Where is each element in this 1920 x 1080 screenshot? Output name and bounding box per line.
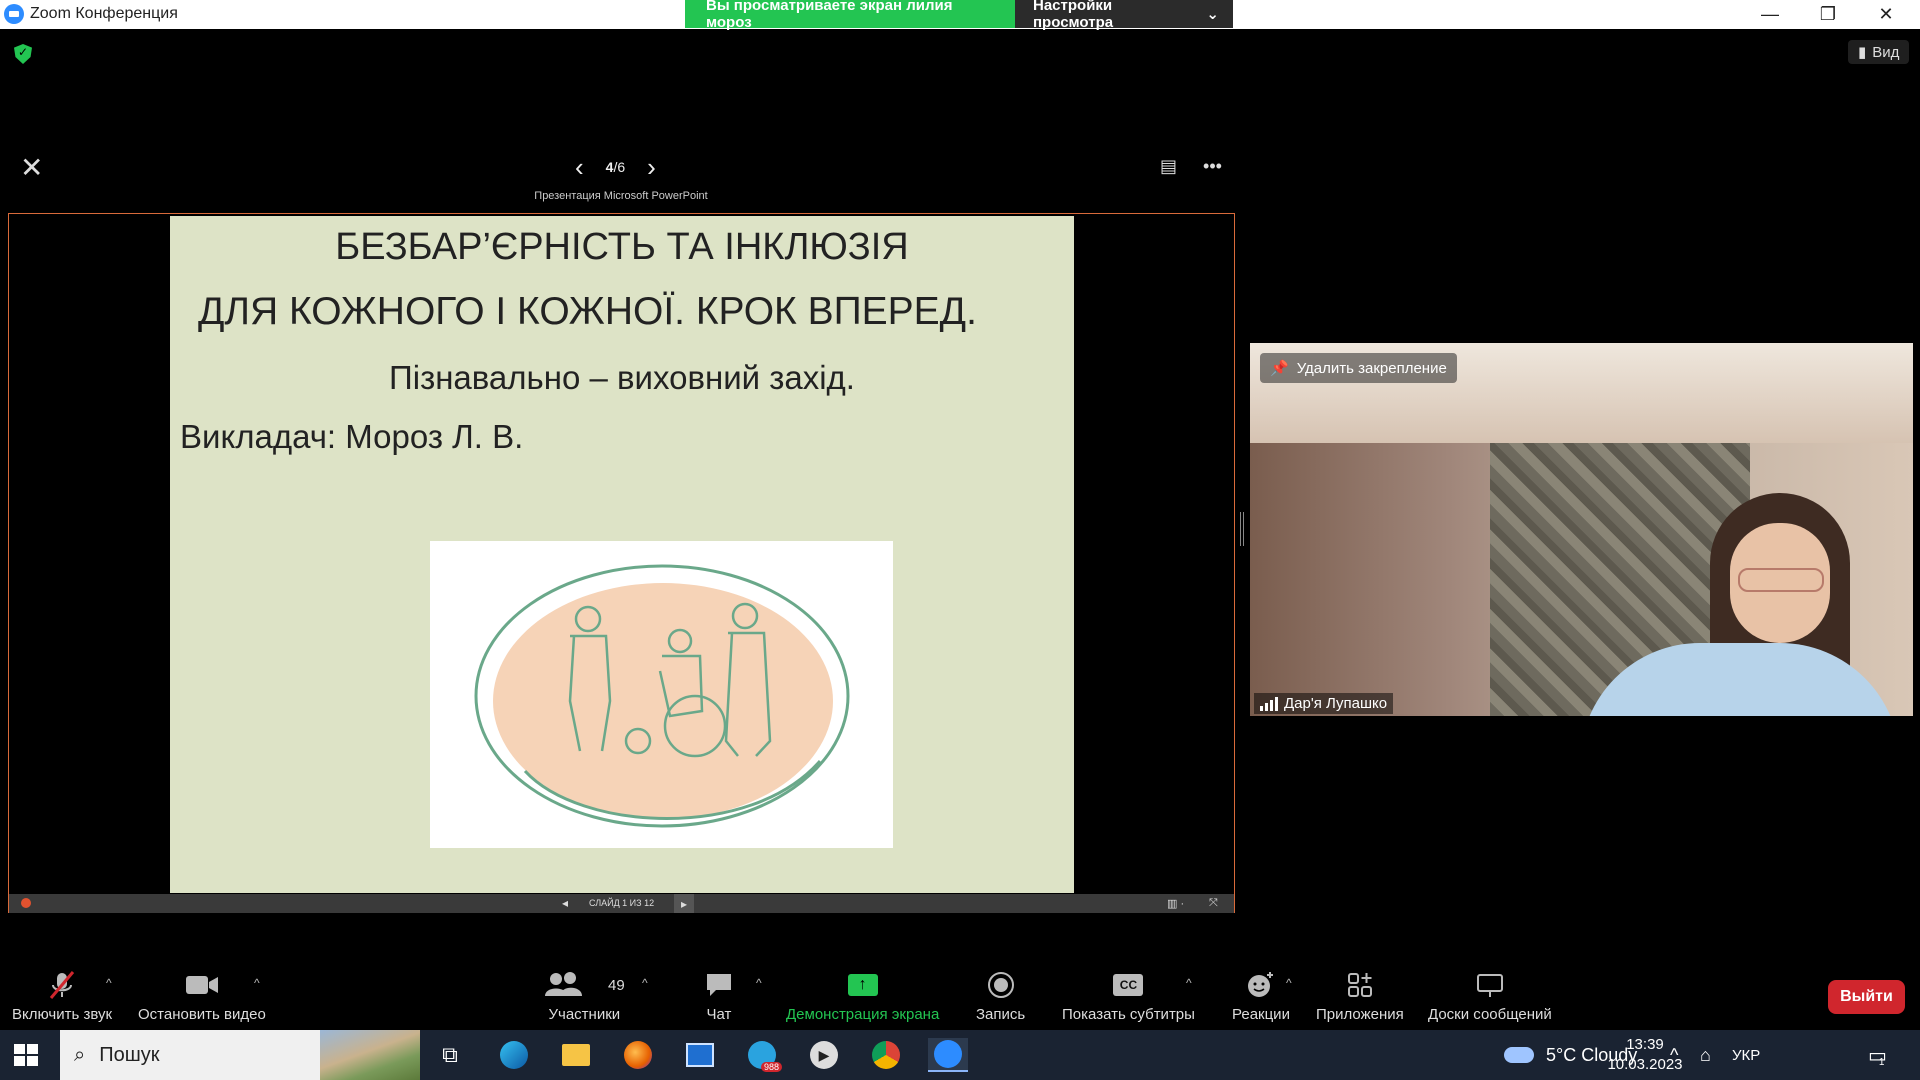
media-player-icon[interactable]: ▶ [804, 1038, 844, 1072]
signal-strength-icon [1260, 696, 1278, 711]
file-explorer-icon[interactable] [556, 1038, 596, 1072]
document-tools: ▤ ••• [1160, 156, 1222, 177]
record-icon [987, 968, 1015, 1002]
slide-title-line-1: БЕЗБАР’ЄРНІСТЬ ТА ІНКЛЮЗІЯ [335, 226, 909, 268]
audio-options-caret-icon[interactable]: ^ [106, 976, 112, 990]
share-banner: Вы просматриваете экран лилия мороз Наст… [685, 0, 1233, 31]
minimize-button[interactable]: — [1742, 0, 1798, 28]
slide-counter: СЛАЙД 1 ИЗ 12 [589, 898, 655, 908]
participants-caret-icon[interactable]: ^ [642, 976, 648, 990]
apps-button[interactable]: Приложения [1316, 968, 1404, 1023]
closed-captions-icon: CC [1113, 974, 1144, 996]
page-indicator: 4/6 [605, 159, 626, 175]
notes-icon[interactable]: ▤ [1160, 156, 1177, 177]
notification-center-icon[interactable]: ▭ 1 [1868, 1030, 1887, 1080]
close-window-button[interactable]: ✕ [1858, 0, 1914, 28]
chat-button[interactable]: Чат [704, 968, 734, 1023]
reactions-button[interactable]: Реакции [1232, 968, 1290, 1023]
telegram-icon[interactable]: 988 [742, 1038, 782, 1072]
photos-app-icon[interactable] [680, 1038, 720, 1072]
input-language-indicator[interactable]: УКР [1732, 1030, 1760, 1080]
chat-bubble-icon [704, 968, 734, 1002]
view-button[interactable]: ▮ Вид [1848, 40, 1910, 64]
edge-browser-icon[interactable] [494, 1038, 534, 1072]
windows-taskbar: ⌕ Пошук ⧉ 988 ▶ 5°C Cloudy ^ ⌂ УКР 13:39… [0, 1030, 1920, 1080]
system-clock[interactable]: 13:39 10.03.2023 [1600, 1035, 1690, 1075]
viewing-screen-label: Вы просматриваете экран лилия мороз [685, 0, 1015, 31]
next-page-icon[interactable]: › [647, 154, 656, 180]
next-slide-icon[interactable]: ▸ [674, 894, 694, 913]
window-title: Zoom Конференция [30, 5, 178, 22]
search-input[interactable]: Пошук [99, 1044, 159, 1067]
participants-button[interactable]: 49 Участники [544, 968, 625, 1023]
whiteboard-icon [1475, 968, 1505, 1002]
view-layout-icon: ▮ [1858, 44, 1867, 61]
windows-start-icon[interactable] [14, 1044, 38, 1066]
people-with-wheelchair-drawing [474, 564, 850, 828]
participant-person [1580, 493, 1900, 716]
share-arrow-icon: ↑ [847, 974, 878, 996]
share-screen-button[interactable]: ↑ Демонстрация экрана [786, 968, 939, 1023]
view-settings-button[interactable]: Настройки просмотра ⌄ [1015, 0, 1233, 31]
fit-screen-icon[interactable]: ⤧ [1209, 897, 1218, 910]
microphone-muted-icon [47, 968, 77, 1002]
app-title: Zoom Конференция [4, 4, 178, 24]
firefox-icon[interactable] [618, 1038, 658, 1072]
security-shield-icon[interactable] [14, 44, 32, 64]
slide-teacher: Викладач: Мороз Л. В. [180, 418, 524, 455]
chat-caret-icon[interactable]: ^ [756, 976, 762, 990]
participant-name-tag: Дар'я Лупашко [1254, 693, 1394, 714]
cloud-icon [1504, 1047, 1534, 1063]
unpin-button[interactable]: 📌 Удалить закрепление [1260, 353, 1457, 383]
slide-subtitle: Пізнавально – виховний захід. [389, 359, 855, 396]
search-highlight-image [320, 1030, 420, 1080]
slide-title-line-2: ДЛЯ КОЖНОГО І КОЖНОЇ. КРОК ВПЕРЕД. [198, 290, 977, 333]
previous-slide-icon[interactable]: ◂ [562, 896, 568, 910]
smiley-plus-icon [1246, 968, 1276, 1002]
powerpoint-status-bar: ◂ СЛАЙД 1 ИЗ 12 ▸ ▥ · ⤧ [9, 894, 1234, 913]
network-icon[interactable]: ⌂ [1700, 1030, 1711, 1080]
zoom-logo-icon [4, 4, 24, 24]
meeting-toolbar: Включить звук ^ Остановить видео ^ 49 Уч… [0, 958, 1920, 1030]
panel-splitter-handle[interactable] [1240, 512, 1244, 546]
participant-video[interactable]: 📌 Удалить закрепление Дар'я Лупашко [1250, 343, 1913, 716]
telegram-unread-badge: 988 [760, 1062, 782, 1072]
presentation-slide: БЕЗБАР’ЄРНІСТЬ ТА ІНКЛЮЗІЯ ДЛЯ КОЖНОГО І… [170, 216, 1074, 893]
pin-icon: 📌 [1270, 360, 1289, 377]
powerpoint-icon [21, 898, 31, 908]
chevron-down-icon: ⌄ [1206, 6, 1219, 23]
inclusion-illustration [430, 541, 893, 848]
close-icon[interactable]: ✕ [20, 154, 43, 182]
video-options-caret-icon[interactable]: ^ [254, 976, 260, 990]
more-options-icon[interactable]: ••• [1203, 156, 1222, 177]
whiteboards-button[interactable]: Доски сообщений [1428, 968, 1552, 1023]
search-icon: ⌕ [74, 1043, 86, 1066]
previous-page-icon[interactable]: ‹ [575, 154, 584, 180]
video-camera-icon [185, 968, 219, 1002]
restore-button[interactable]: ❐ [1800, 0, 1856, 28]
participants-icon: 49 [544, 968, 625, 1002]
leave-button[interactable]: Выйти [1828, 980, 1905, 1014]
stop-video-button[interactable]: Остановить видео [138, 968, 266, 1023]
apps-icon [1346, 968, 1374, 1002]
zoom-taskbar-icon[interactable] [928, 1038, 968, 1072]
reactions-caret-icon[interactable]: ^ [1286, 976, 1292, 990]
chrome-icon[interactable] [866, 1038, 906, 1072]
document-name: Презентация Microsoft PowerPoint [534, 190, 708, 202]
page-navigator: ‹ 4/6 › [575, 154, 656, 180]
title-bar: Zoom Конференция Вы просматриваете экран… [0, 0, 1920, 31]
taskbar-search[interactable]: ⌕ Пошук [60, 1030, 420, 1080]
shared-screen[interactable]: БЕЗБАР’ЄРНІСТЬ ТА ІНКЛЮЗІЯ ДЛЯ КОЖНОГО І… [8, 213, 1235, 913]
show-captions-button[interactable]: CC Показать субтитры [1062, 968, 1195, 1023]
reading-view-icon[interactable]: ▥ · [1167, 897, 1184, 910]
record-button[interactable]: Запись [976, 968, 1025, 1023]
unmute-button[interactable]: Включить звук [12, 968, 112, 1023]
task-view-icon[interactable]: ⧉ [430, 1038, 470, 1072]
participants-count: 49 [608, 976, 625, 994]
captions-caret-icon[interactable]: ^ [1186, 976, 1192, 990]
